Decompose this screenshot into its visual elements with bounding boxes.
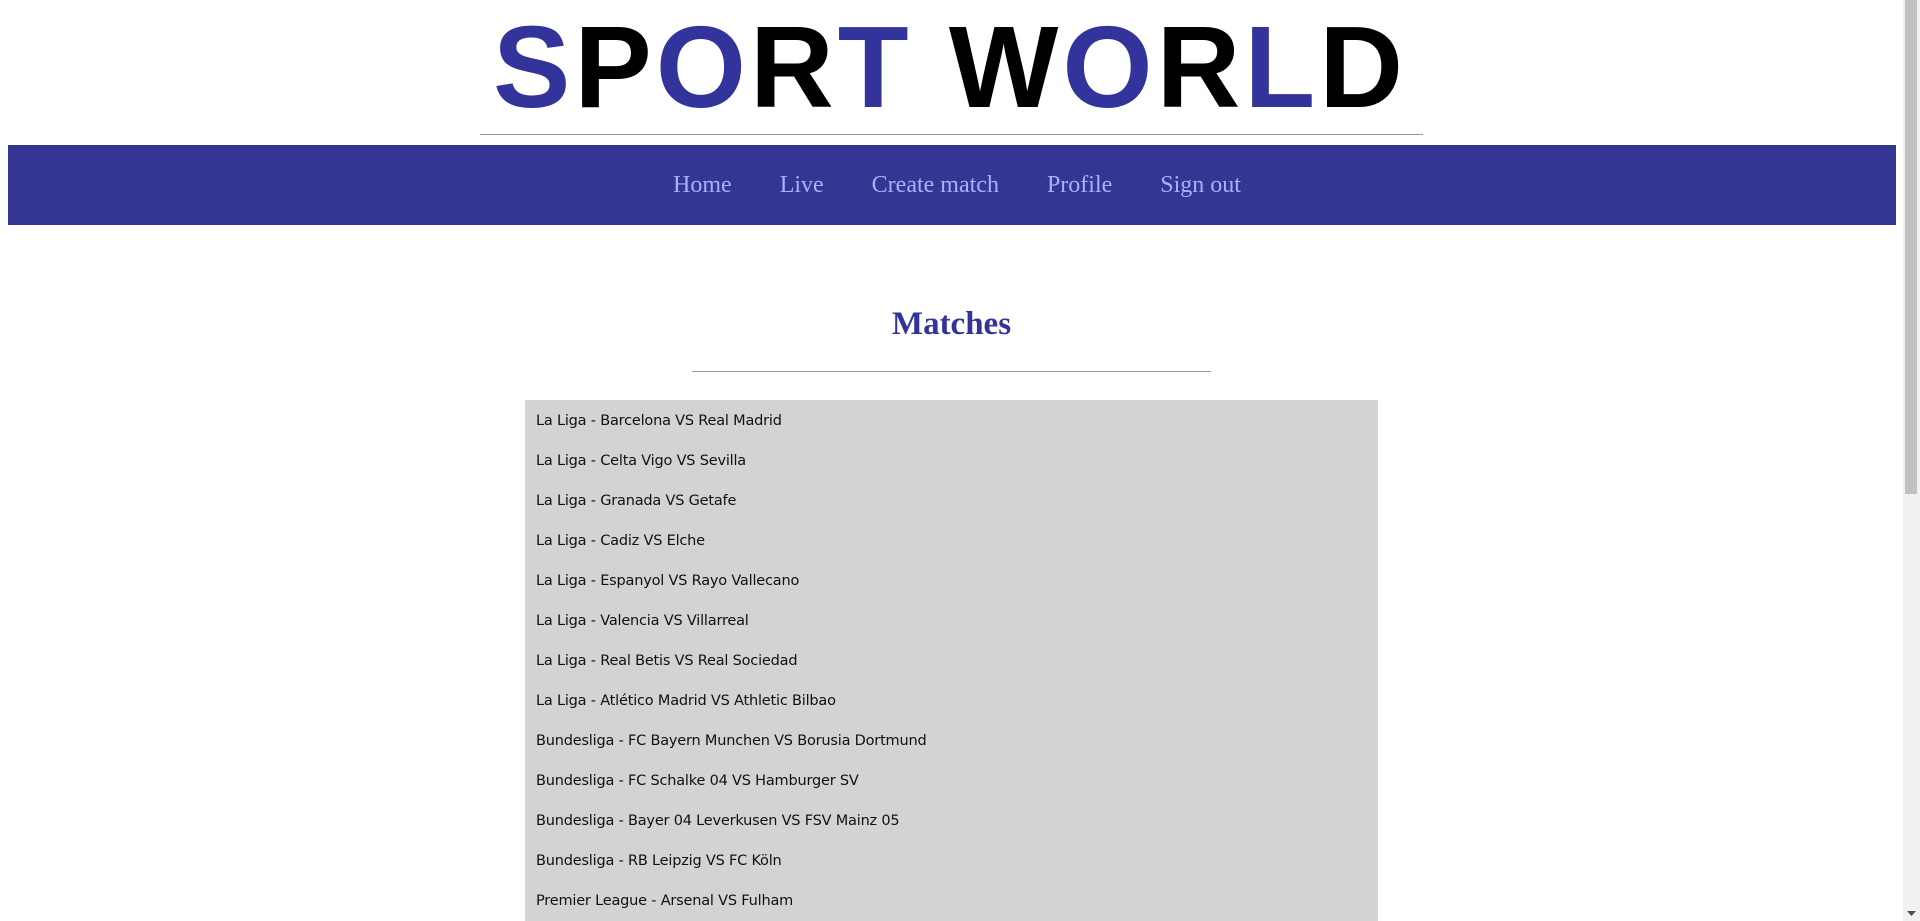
match-item[interactable]: Premier League - Arsenal VS Fulham bbox=[525, 880, 1378, 920]
scroll-down-arrow-icon[interactable] bbox=[1903, 907, 1920, 921]
scrollbar-thumb[interactable] bbox=[1905, 0, 1917, 494]
page-title: Matches bbox=[891, 306, 1012, 342]
nav-link-live[interactable]: Live bbox=[756, 172, 848, 199]
match-item[interactable]: La Liga - Atlético Madrid VS Athletic Bi… bbox=[525, 680, 1378, 720]
title-divider bbox=[692, 371, 1211, 372]
match-item[interactable]: La Liga - Barcelona VS Real Madrid bbox=[525, 400, 1378, 440]
logo-letter-l: L bbox=[1244, 2, 1320, 132]
main-navbar: Home Live Create match Profile Sign out bbox=[8, 145, 1896, 225]
site-logo[interactable]: SPORT WORLD bbox=[480, 8, 1420, 126]
nav-links: Home Live Create match Profile Sign out bbox=[8, 145, 1896, 225]
logo-divider bbox=[480, 134, 1423, 135]
match-item[interactable]: La Liga - Espanyol VS Rayo Vallecano bbox=[525, 560, 1378, 600]
vertical-scrollbar[interactable] bbox=[1903, 0, 1920, 921]
match-item[interactable]: La Liga - Celta Vigo VS Sevilla bbox=[525, 440, 1378, 480]
logo-letter-s: S bbox=[492, 2, 575, 132]
logo-letter-w: W bbox=[948, 2, 1063, 132]
match-item[interactable]: Bundesliga - FC Schalke 04 VS Hamburger … bbox=[525, 760, 1378, 800]
match-item[interactable]: Bundesliga - FC Bayern Munchen VS Borusi… bbox=[525, 720, 1378, 760]
nav-link-profile[interactable]: Profile bbox=[1023, 172, 1136, 199]
match-item[interactable]: La Liga - Granada VS Getafe bbox=[525, 480, 1378, 520]
logo-letter-r: R bbox=[749, 2, 838, 132]
match-item[interactable]: La Liga - Real Betis VS Real Sociedad bbox=[525, 640, 1378, 680]
logo-letter-t: T bbox=[837, 2, 913, 132]
page: SPORT WORLD Home Live Create match Profi… bbox=[0, 0, 1903, 921]
match-item[interactable]: Bundesliga - Bayer 04 Leverkusen VS FSV … bbox=[525, 800, 1378, 840]
logo-letter-o: O bbox=[655, 2, 750, 132]
match-item[interactable]: La Liga - Valencia VS Villarreal bbox=[525, 600, 1378, 640]
nav-link-home[interactable]: Home bbox=[649, 172, 756, 199]
nav-link-create-match[interactable]: Create match bbox=[848, 172, 1023, 199]
match-list: La Liga - Barcelona VS Real Madrid La Li… bbox=[525, 400, 1378, 921]
logo-letter-r2: R bbox=[1156, 2, 1245, 132]
logo-letter-d: D bbox=[1319, 2, 1407, 132]
logo-letter-o2: O bbox=[1062, 2, 1157, 132]
logo-letter-p: P bbox=[574, 2, 656, 132]
match-item[interactable]: La Liga - Cadiz VS Elche bbox=[525, 520, 1378, 560]
match-item[interactable]: Bundesliga - RB Leipzig VS FC Köln bbox=[525, 840, 1378, 880]
nav-link-sign-out[interactable]: Sign out bbox=[1136, 172, 1265, 199]
